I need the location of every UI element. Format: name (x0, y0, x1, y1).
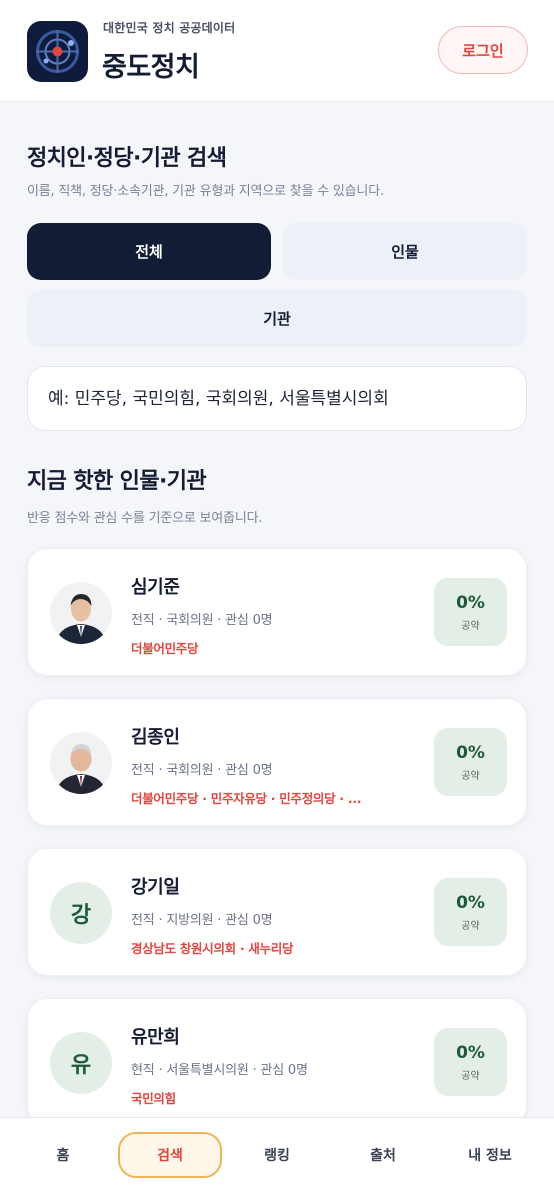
nav-search[interactable]: 검색 (118, 1132, 222, 1178)
avatar-photo (50, 732, 112, 794)
pledge-percent: 0% (456, 892, 485, 913)
person-card-3[interactable]: 강 강기일 전직 · 지방의원 · 관심 0명 경상남도 창원시의회 · 새누리… (27, 848, 527, 976)
pledge-badge: 0% 공약 (434, 578, 507, 646)
pledge-percent: 0% (456, 742, 485, 763)
login-button[interactable]: 로그인 (438, 26, 528, 74)
avatar-photo (50, 582, 112, 644)
app-header: 대한민국 정치 공공데이터 중도정치 로그인 (0, 0, 554, 102)
compass-logo-icon[interactable] (27, 21, 88, 82)
nav-sources[interactable]: 출처 (332, 1132, 434, 1178)
person-party: 더불어민주당 (131, 641, 199, 656)
bottom-nav: 홈 검색 랭킹 출처 내 정보 (0, 1117, 554, 1200)
nav-ranking[interactable]: 랭킹 (226, 1132, 328, 1178)
pledge-label: 공약 (461, 770, 480, 782)
search-input[interactable] (27, 366, 527, 431)
person-meta: 전직 · 국회의원 · 관심 0명 (131, 763, 273, 778)
pledge-label: 공약 (461, 920, 480, 932)
tab-all[interactable]: 전체 (27, 223, 271, 280)
person-party: 국민의힘 (131, 1091, 176, 1106)
person-name: 유만희 (131, 1027, 180, 1048)
person-card-4[interactable]: 유 유만희 현직 · 서울특별시의원 · 관심 0명 국민의힘 0% 공약 (27, 998, 527, 1126)
person-party: 더불어민주당 · 민주자유당 · 민주정의당 · ... (131, 791, 362, 806)
app-title: 중도정치 (102, 52, 200, 83)
avatar-initial: 강 (50, 882, 112, 944)
search-section-title: 정치인·정당·기관 검색 (27, 146, 227, 171)
person-meta: 현직 · 서울특별시의원 · 관심 0명 (131, 1063, 308, 1078)
person-meta: 전직 · 지방의원 · 관심 0명 (131, 913, 273, 928)
trending-section-description: 반응 점수와 관심 수를 기준으로 보여줍니다. (27, 511, 263, 526)
pledge-percent: 0% (456, 592, 485, 613)
pledge-badge: 0% 공약 (434, 728, 507, 796)
trending-section-title: 지금 핫한 인물·기관 (27, 469, 207, 494)
pledge-badge: 0% 공약 (434, 1028, 507, 1096)
pledge-label: 공약 (461, 620, 480, 632)
pledge-percent: 0% (456, 1042, 485, 1063)
tab-people[interactable]: 인물 (283, 223, 527, 280)
tab-institutions[interactable]: 기관 (27, 290, 527, 347)
person-name: 심기준 (131, 577, 180, 598)
person-name: 강기일 (131, 877, 180, 898)
search-section-description: 이름, 직책, 정당·소속기관, 기관 유형과 지역으로 찾을 수 있습니다. (27, 184, 384, 199)
app-subtitle: 대한민국 정치 공공데이터 (103, 21, 236, 35)
person-card-2[interactable]: 김종인 전직 · 국회의원 · 관심 0명 더불어민주당 · 민주자유당 · 민… (27, 698, 527, 826)
person-name: 김종인 (131, 727, 180, 748)
person-party: 경상남도 창원시의회 · 새누리당 (131, 941, 294, 956)
pledge-label: 공약 (461, 1070, 480, 1082)
avatar-initial: 유 (50, 1032, 112, 1094)
person-meta: 전직 · 국회의원 · 관심 0명 (131, 613, 273, 628)
nav-home[interactable]: 홈 (12, 1132, 114, 1178)
person-card-1[interactable]: 심기준 전직 · 국회의원 · 관심 0명 더불어민주당 0% 공약 (27, 548, 527, 676)
nav-my-info[interactable]: 내 정보 (438, 1132, 542, 1178)
pledge-badge: 0% 공약 (434, 878, 507, 946)
